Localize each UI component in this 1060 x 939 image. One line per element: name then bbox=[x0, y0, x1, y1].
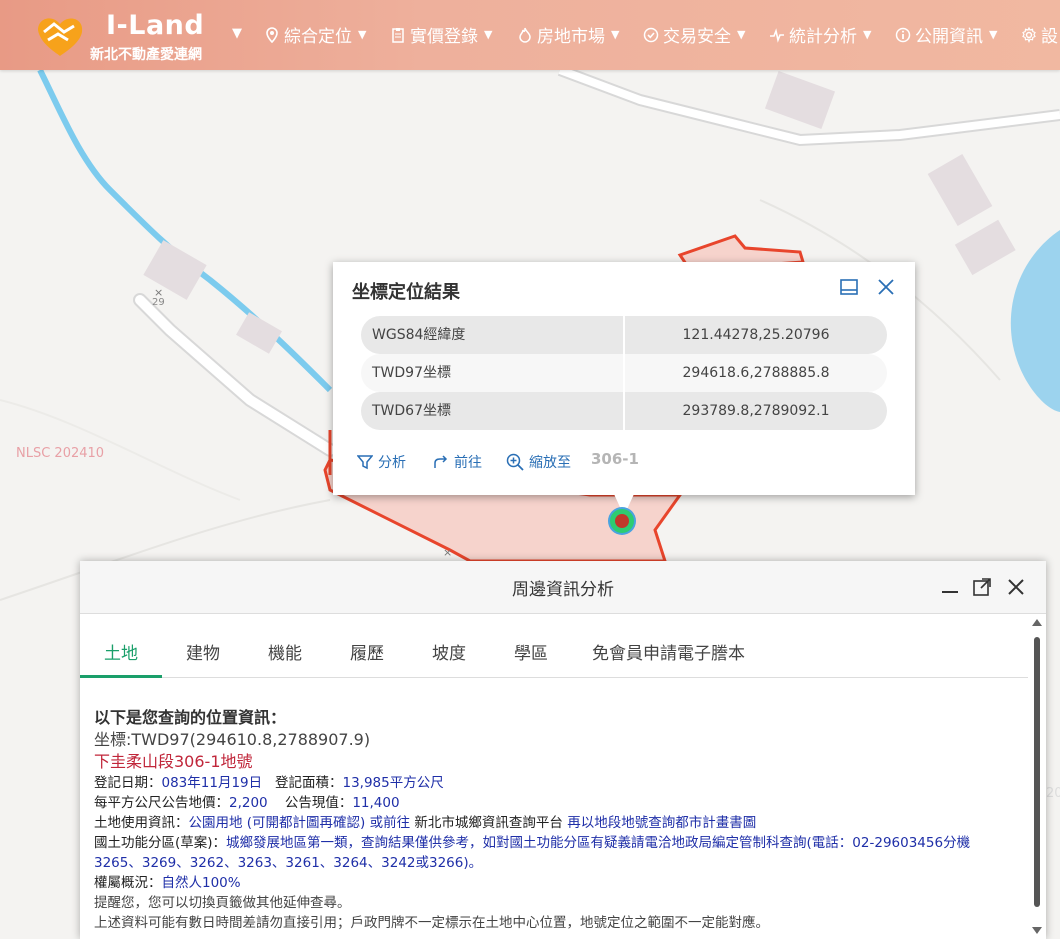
nav-item-market[interactable]: 房地市場 ▼ bbox=[517, 22, 619, 47]
nav-item-price[interactable]: 實價登錄 ▼ bbox=[390, 22, 492, 47]
coord-row-wgs84: WGS84經緯度 121.44278,25.20796 bbox=[361, 316, 887, 354]
scrollbar-thumb[interactable] bbox=[1034, 637, 1040, 907]
disclaimer-note: 上述資料可能有數日時間差請勿直接引用；戶政門牌不一定標示在土地中心位置，地號定位… bbox=[94, 915, 769, 931]
coord-label: TWD67坐標 bbox=[361, 392, 623, 430]
nav-item-settings[interactable]: 設 bbox=[1021, 22, 1058, 47]
tab-bar: 土地 建物 機能 履歷 坡度 學區 免會員申請電子謄本 bbox=[80, 629, 1028, 678]
reminder-note: 提醒您，您可以切換頁籤做其他延伸查尋。 bbox=[94, 895, 351, 911]
nav-item-locate[interactable]: 綜合定位 ▼ bbox=[264, 22, 366, 47]
flame-icon bbox=[519, 27, 531, 43]
platform-name: 新北市城鄉資訊查詢平台 bbox=[414, 815, 563, 831]
zoom-to-button[interactable]: 縮放至 bbox=[506, 452, 571, 472]
land-usage-line: 土地使用資訊：公園用地 (可開都計圖再確認) 或前往 新北市城鄉資訊查詢平台 再… bbox=[94, 815, 757, 831]
zoning-value: 城鄉發展地區第一類，查詢結果僅供參考，如對國土功能分區有疑義請電洽地政局編定管制… bbox=[94, 835, 971, 871]
clipboard-icon bbox=[392, 27, 404, 43]
scroll-up-icon[interactable] bbox=[1032, 619, 1042, 626]
coord-row-twd67: TWD67坐標 293789.8,2789092.1 bbox=[361, 392, 887, 430]
active-tab-indicator bbox=[80, 675, 162, 678]
coord-value: 293789.8,2789092.1 bbox=[625, 392, 887, 430]
location-marker-icon[interactable] bbox=[610, 509, 634, 533]
announced-current-value: 11,400 bbox=[352, 795, 400, 811]
coord-label: WGS84經緯度 bbox=[361, 316, 623, 354]
svg-text:×: × bbox=[443, 546, 452, 559]
site-logo[interactable]: I-Land 新北不動產愛連網 bbox=[30, 8, 220, 64]
caret-down-icon: ▼ bbox=[863, 28, 872, 41]
tab-transcript[interactable]: 免會員申請電子謄本 bbox=[592, 639, 745, 664]
caret-down-icon: ▼ bbox=[358, 28, 367, 41]
parcel-label: 306-1 bbox=[591, 450, 639, 468]
urban-plan-link[interactable]: 再以地段地號查詢都市計畫書圖 bbox=[567, 815, 756, 831]
coord-value: 294618.6,2788885.8 bbox=[625, 354, 887, 392]
map-edge-label: 20 bbox=[1046, 786, 1060, 801]
logo-title: I-Land bbox=[106, 10, 205, 41]
road-number-label: 29 bbox=[152, 297, 165, 308]
tab-building[interactable]: 建物 bbox=[186, 639, 220, 664]
tab-land[interactable]: 土地 bbox=[104, 639, 138, 664]
scroll-down-icon[interactable] bbox=[1032, 927, 1042, 934]
goto-label: 前往 bbox=[454, 455, 482, 471]
close-icon[interactable] bbox=[1006, 577, 1026, 597]
map-watermark: NLSC 202410 bbox=[16, 446, 105, 461]
nav-item-label: 實價登錄 bbox=[410, 27, 478, 47]
logo-subtitle: 新北不動產愛連網 bbox=[90, 47, 202, 63]
redirect-arrow-icon bbox=[434, 455, 448, 468]
registration-area: 13,985平方公尺 bbox=[342, 775, 444, 791]
tab-function[interactable]: 機能 bbox=[268, 639, 302, 664]
panel-title: 周邊資訊分析 bbox=[512, 580, 614, 600]
land-usage-link[interactable]: 公園用地 (可開都計圖再確認) bbox=[189, 815, 366, 831]
popup-title: 坐標定位結果 bbox=[352, 282, 460, 303]
registration-line: 登記日期：083年11月19日 登記面積：13,985平方公尺 bbox=[94, 775, 444, 791]
price-line: 每平方公尺公告地價：2,200 公告現值：11,400 bbox=[94, 795, 400, 811]
caret-down-icon: ▼ bbox=[484, 28, 493, 41]
info-circle-icon bbox=[895, 27, 911, 42]
tab-history[interactable]: 履歷 bbox=[350, 639, 384, 664]
coord-value: 121.44278,25.20796 bbox=[625, 316, 887, 354]
top-navbar: I-Land 新北不動產愛連網 ▼ 綜合定位 ▼ 實價登錄 ▼ 房地市場 ▼ 交易安全… bbox=[0, 0, 1060, 70]
nav-item-label: 統計分析 bbox=[789, 27, 857, 47]
dock-icon[interactable] bbox=[840, 279, 858, 295]
nav-item-label: 公開資訊 bbox=[915, 27, 983, 47]
query-coordinate: 坐標:TWD97(294610.8,2788907.9) bbox=[94, 730, 371, 749]
maximize-icon[interactable] bbox=[972, 577, 992, 597]
analyze-button[interactable]: 分析 bbox=[357, 452, 406, 472]
panel-header: 周邊資訊分析 bbox=[80, 561, 1046, 614]
nav-item-public-info[interactable]: 公開資訊 ▼ bbox=[895, 22, 997, 47]
parcel-number: 下圭柔山段306-1地號 bbox=[94, 752, 253, 771]
coord-row-twd97: TWD97坐標 294618.6,2788885.8 bbox=[361, 354, 887, 392]
caret-down-icon: ▼ bbox=[611, 28, 620, 41]
land-info-content: 以下是您查詢的位置資訊： 坐標:TWD97(294610.8,2788907.9… bbox=[94, 707, 1014, 933]
ownership-value: 自然人100% bbox=[161, 875, 241, 891]
goto-button[interactable]: 前往 bbox=[433, 452, 482, 472]
surrounding-info-panel: 周邊資訊分析 土地 建物 機能 履歷 坡度 學區 免會員申請電子謄本 以下是您查… bbox=[80, 561, 1046, 939]
nav-item-label: 設 bbox=[1041, 27, 1058, 47]
caret-down-icon: ▼ bbox=[989, 28, 998, 41]
zoom-to-label: 縮放至 bbox=[529, 455, 571, 471]
pulse-icon bbox=[770, 27, 784, 43]
minimize-icon[interactable] bbox=[940, 577, 960, 597]
nav-item-safety[interactable]: 交易安全 ▼ bbox=[643, 22, 745, 47]
check-circle-icon bbox=[643, 27, 659, 42]
analyze-label: 分析 bbox=[378, 455, 406, 471]
nav-item-label: 綜合定位 bbox=[284, 27, 352, 47]
coord-label: TWD97坐標 bbox=[361, 354, 623, 392]
registration-date: 083年11月19日 bbox=[161, 775, 263, 791]
menu-caret-icon[interactable]: ▼ bbox=[232, 26, 242, 41]
gear-icon bbox=[1022, 26, 1036, 43]
map-pin-icon bbox=[266, 26, 278, 43]
filter-icon bbox=[357, 455, 373, 470]
nav-item-label: 房地市場 bbox=[537, 27, 605, 47]
close-icon[interactable] bbox=[877, 278, 895, 296]
info-heading: 以下是您查詢的位置資訊： bbox=[94, 708, 287, 727]
nav-item-stats[interactable]: 統計分析 ▼ bbox=[769, 22, 871, 47]
tab-slope[interactable]: 坡度 bbox=[432, 639, 466, 664]
tab-school-district[interactable]: 學區 bbox=[514, 639, 548, 664]
zoom-in-icon bbox=[506, 453, 524, 471]
announced-land-price: 2,200 bbox=[229, 795, 268, 811]
nav-item-label: 交易安全 bbox=[663, 27, 731, 47]
caret-down-icon: ▼ bbox=[737, 28, 746, 41]
zoning-line: 國土功能分區(草案)：城鄉發展地區第一類，查詢結果僅供參考，如對國土功能分區有疑… bbox=[94, 835, 971, 871]
ownership-line: 權屬概況：自然人100% bbox=[94, 875, 241, 891]
